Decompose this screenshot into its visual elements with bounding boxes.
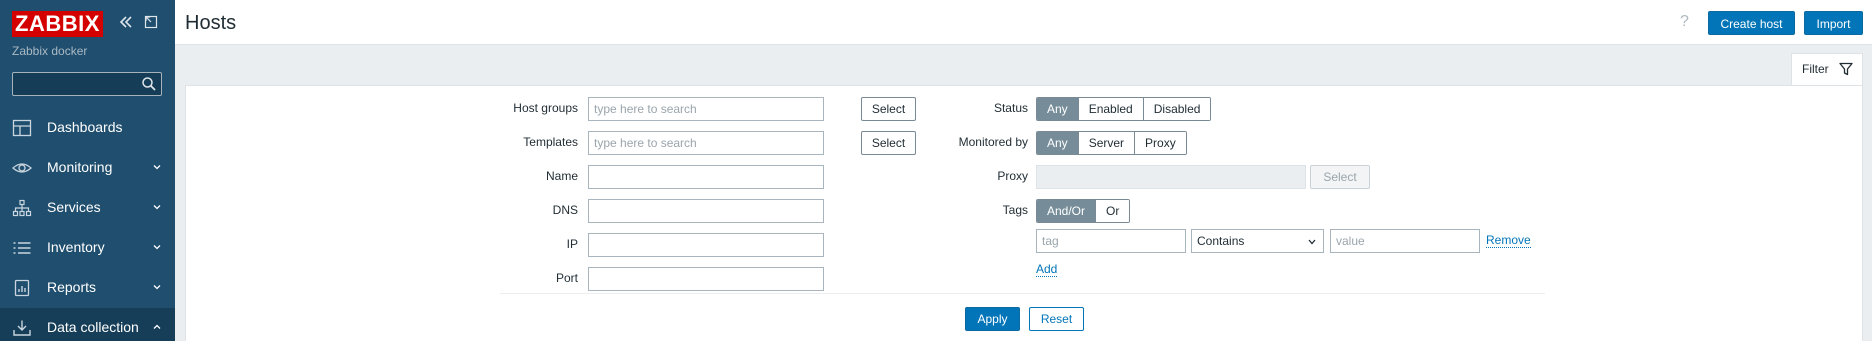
menu-item-dashboards[interactable]: Dashboards (0, 108, 175, 148)
reset-button[interactable]: Reset (1029, 307, 1084, 331)
menu-item-services[interactable]: Services (0, 188, 175, 228)
ip-input[interactable] (588, 233, 824, 257)
kiosk-mode-icon[interactable] (141, 14, 161, 34)
filter-tab-label: Filter (1802, 62, 1829, 76)
tag-add-link[interactable]: Add (1036, 263, 1058, 277)
port-input[interactable] (588, 267, 824, 291)
tags-label: Tags (1002, 203, 1028, 217)
status-enabled-option[interactable]: Enabled (1077, 98, 1143, 120)
tag-name-input[interactable] (1036, 229, 1186, 253)
filter-divider (500, 293, 1545, 294)
menu-label: Dashboards (47, 119, 123, 135)
monitored-by-label: Monitored by (958, 135, 1028, 149)
menu-item-data-collection[interactable]: Data collection (0, 308, 175, 341)
host-groups-label: Host groups (513, 101, 578, 115)
tag-value-input[interactable] (1330, 229, 1480, 253)
chevron-down-icon (153, 205, 161, 210)
menu-item-monitoring[interactable]: Monitoring (0, 148, 175, 188)
proxy-select-button: Select (1310, 165, 1370, 189)
server-name: Zabbix docker (12, 44, 88, 58)
dns-label: DNS (552, 203, 578, 217)
services-icon (12, 199, 32, 217)
tag-operator-select[interactable]: Contains (1191, 229, 1324, 253)
templates-input[interactable] (588, 131, 824, 155)
menu-item-reports[interactable]: Reports (0, 268, 175, 308)
proxy-label: Proxy (997, 169, 1028, 183)
port-label: Port (555, 271, 578, 285)
name-label: Name (545, 169, 578, 183)
filter-icon (1839, 62, 1853, 76)
page-title: Hosts (185, 12, 237, 34)
chevron-down-icon (153, 245, 161, 250)
download-icon (13, 320, 31, 336)
status-radio-group: Any Enabled Disabled (1036, 97, 1212, 121)
list-icon (13, 242, 31, 254)
status-label: Status (993, 101, 1028, 115)
monitored-by-server-option[interactable]: Server (1077, 132, 1135, 154)
templates-label: Templates (523, 135, 578, 149)
sidebar-search-input[interactable] (12, 72, 162, 96)
dns-input[interactable] (588, 199, 824, 223)
monitored-by-proxy-option[interactable]: Proxy (1134, 132, 1186, 154)
proxy-input (1036, 165, 1306, 189)
menu-label: Services (47, 199, 101, 215)
tags-or-option[interactable]: Or (1095, 200, 1130, 222)
status-disabled-option[interactable]: Disabled (1142, 98, 1211, 120)
sidebar: ZABBIX Zabbix docker Dashboards Monitori… (0, 0, 175, 341)
monitored-by-radio-group: Any Server Proxy (1036, 131, 1187, 155)
dashboard-icon (12, 119, 32, 137)
apply-button[interactable]: Apply (965, 307, 1020, 331)
filter-tab[interactable]: Filter (1791, 53, 1863, 86)
menu-label: Inventory (47, 239, 105, 255)
monitored-by-any-option[interactable]: Any (1037, 132, 1078, 154)
host-groups-input[interactable] (588, 97, 824, 121)
search-icon[interactable] (141, 76, 157, 92)
chevron-up-icon (153, 324, 161, 329)
help-icon[interactable]: ? (1680, 13, 1689, 31)
filter-panel: Host groups Select Templates Select Name… (185, 85, 1863, 341)
ip-label: IP (566, 237, 578, 251)
tag-operator-value: Contains (1197, 234, 1245, 248)
chevron-down-icon (1308, 239, 1316, 245)
chevron-down-icon (153, 285, 161, 290)
menu-item-inventory[interactable]: Inventory (0, 228, 175, 268)
name-input[interactable] (588, 165, 824, 189)
create-host-button[interactable]: Create host (1708, 11, 1795, 35)
eye-icon (12, 163, 32, 173)
import-button[interactable]: Import (1804, 11, 1863, 35)
menu-label: Monitoring (47, 159, 113, 175)
report-icon (14, 279, 30, 297)
tag-remove-link[interactable]: Remove (1486, 234, 1531, 248)
chevron-down-icon (153, 165, 161, 170)
tags-and-or-option[interactable]: And/Or (1037, 200, 1096, 222)
zabbix-logo[interactable]: ZABBIX (12, 11, 103, 37)
status-any-option[interactable]: Any (1037, 98, 1078, 120)
menu-label: Reports (47, 279, 97, 295)
tags-evaltype-radio-group: And/Or Or (1036, 199, 1131, 223)
collapse-sidebar-icon[interactable] (116, 14, 136, 34)
main-menu: Dashboards Monitoring Services Inventory… (0, 108, 175, 341)
menu-label: Data collection (47, 319, 139, 335)
page-header: Hosts ? Create host Import (175, 0, 1872, 45)
